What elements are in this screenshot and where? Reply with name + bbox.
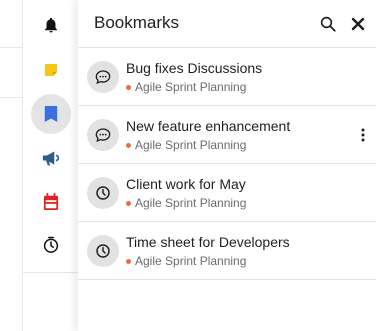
bookmark-avatar [87,177,119,209]
bookmark-title: Bug fixes Discussions [126,60,263,76]
search-button[interactable] [316,12,340,36]
project-dot [126,84,131,90]
bookmark-avatar [87,61,119,93]
rail-divider [23,272,79,273]
chat-icon [95,128,111,143]
clock-icon [96,186,110,200]
bookmark-icon [44,106,58,122]
search-icon [320,16,336,32]
sticky-note-icon [45,64,57,76]
bookmark-avatar [87,119,119,151]
rail-calendar-button[interactable] [31,182,71,222]
rail-time-tracker-button[interactable] [31,225,71,265]
bookmark-title: Client work for May [126,176,246,192]
bookmark-project-label: Agile Sprint Planning [135,254,247,268]
bookmark-project-label: Agile Sprint Planning [135,196,247,210]
clock-icon [96,244,110,258]
chat-icon [95,70,111,85]
close-icon [351,17,365,31]
bookmark-title: New feature enhancement [126,118,291,134]
panel-header: Bookmarks [78,0,376,48]
project-dot [126,142,131,148]
app-root: Bookmarks Bug fixes Discussions Agile Sp… [0,0,376,331]
bookmark-item[interactable]: Bug fixes Discussions Agile Sprint Plann… [78,48,376,106]
close-button[interactable] [346,12,370,36]
bookmark-item[interactable]: New feature enhancement Agile Sprint Pla… [78,106,376,164]
more-vertical-icon [361,128,365,142]
project-dot [126,200,131,206]
rail-bookmarks-button[interactable] [31,94,71,134]
icon-rail [22,0,79,331]
megaphone-icon [42,151,60,166]
rail-notifications-button[interactable] [31,5,71,45]
background-page-strip [0,0,22,331]
project-dot [126,258,131,264]
more-options-button[interactable] [356,125,370,145]
bookmark-project: Agile Sprint Planning [126,138,246,152]
bookmarks-panel: Bookmarks Bug fixes Discussions Agile Sp… [78,0,376,331]
calendar-icon [43,193,59,210]
bookmark-title: Time sheet for Developers [126,234,290,250]
rail-announcements-button[interactable] [31,138,71,178]
background-divider [0,97,22,98]
bookmark-project-label: Agile Sprint Planning [135,138,247,152]
bookmark-avatar [87,235,119,267]
panel-title: Bookmarks [94,13,180,32]
rail-notes-button[interactable] [31,50,71,90]
bell-icon [45,17,57,33]
bookmark-project: Agile Sprint Planning [126,80,246,94]
bookmark-item[interactable]: Time sheet for Developers Agile Sprint P… [78,222,376,280]
bookmark-project: Agile Sprint Planning [126,254,246,268]
background-divider [0,47,22,48]
bookmark-item[interactable]: Client work for May Agile Sprint Plannin… [78,164,376,222]
bookmark-project-label: Agile Sprint Planning [135,80,247,94]
clock-check-icon [43,236,59,253]
bookmark-project: Agile Sprint Planning [126,196,246,210]
